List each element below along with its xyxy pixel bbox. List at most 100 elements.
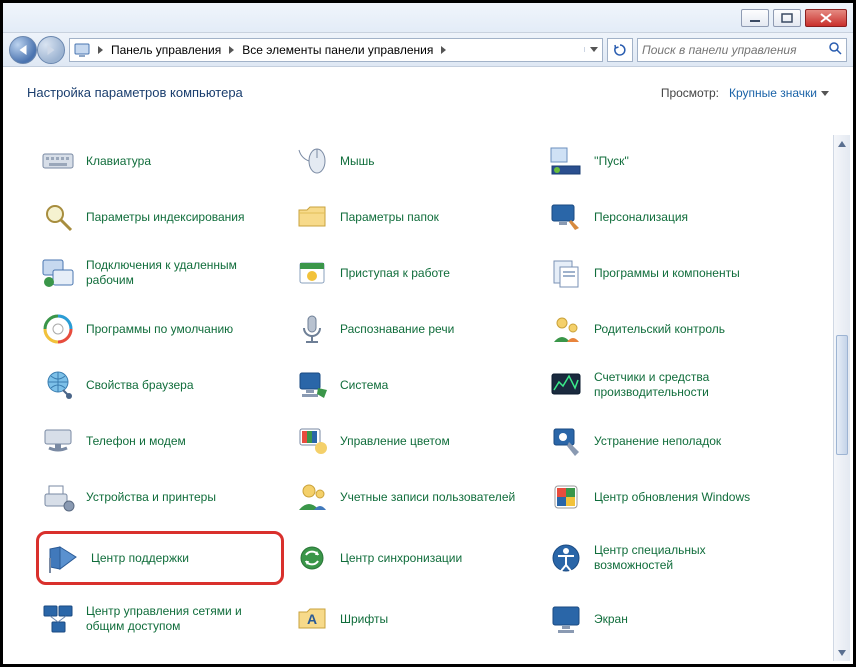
breadcrumb-level2[interactable]: Все элементы панели управления	[238, 43, 437, 57]
control-panel-item-label: Устройства и принтеры	[86, 490, 216, 505]
control-panel-item-label: Устранение неполадок	[594, 434, 721, 449]
ease-of-access-icon	[548, 540, 584, 576]
scroll-thumb[interactable]	[836, 335, 848, 455]
control-panel-item-label: Распознавание речи	[340, 322, 454, 337]
control-panel-item-label: Параметры индексирования	[86, 210, 244, 225]
getting-started-icon	[294, 255, 330, 291]
control-panel-item[interactable]: Система	[290, 363, 538, 407]
devices-printers-icon	[40, 479, 76, 515]
control-panel-item-label: Программы и компоненты	[594, 266, 740, 281]
view-mode-dropdown[interactable]: Крупные значки	[729, 86, 829, 100]
control-panel-item-label: Система	[340, 378, 388, 393]
search-input[interactable]	[642, 43, 828, 57]
back-button[interactable]	[9, 36, 37, 64]
control-panel-item[interactable]: Подключения к удаленным рабочим	[36, 251, 284, 295]
search-box[interactable]	[637, 38, 847, 62]
control-panel-item-label: Счетчики и средства производительности	[594, 370, 788, 400]
search-icon	[40, 199, 76, 235]
control-panel-item[interactable]: Мышь	[290, 139, 538, 183]
control-panel-item-label: Центр обновления Windows	[594, 490, 750, 505]
address-dropdown-button[interactable]	[584, 47, 602, 52]
control-panel-item[interactable]: Свойства браузера	[36, 363, 284, 407]
control-panel-item[interactable]: Центр синхронизации	[290, 531, 538, 585]
control-panel-item[interactable]: Приступая к работе	[290, 251, 538, 295]
forward-button[interactable]	[37, 36, 65, 64]
remote-icon	[40, 255, 76, 291]
control-panel-item-label: Подключения к удаленным рабочим	[86, 258, 280, 288]
control-panel-item[interactable]: Центр специальных возможностей	[544, 531, 792, 585]
control-panel-item[interactable]: Устройства и принтеры	[36, 475, 284, 519]
control-panel-item-label: ''Пуск''	[594, 154, 629, 169]
control-panel-item[interactable]: Родительский контроль	[544, 307, 792, 351]
page-title: Настройка параметров компьютера	[27, 85, 243, 100]
control-panel-item[interactable]: Телефон и модем	[36, 419, 284, 463]
control-panel-item-label: Персонализация	[594, 210, 688, 225]
control-panel-icon	[72, 40, 92, 60]
display-brush-icon	[548, 199, 584, 235]
close-button[interactable]	[805, 9, 847, 27]
control-panel-item-label: Параметры папок	[340, 210, 439, 225]
power-icon	[40, 657, 76, 661]
sync-icon	[294, 540, 330, 576]
control-panel-item[interactable]: Счетчики и средства производительности	[544, 363, 792, 407]
control-panel-item[interactable]: Язык и региональные стандарты	[290, 653, 538, 661]
control-panel-item-label: Центр управления сетями и общим доступом	[86, 604, 280, 634]
search-icon	[828, 41, 842, 58]
control-panel-item-label: Свойства браузера	[86, 378, 194, 393]
control-panel-item[interactable]: Распознавание речи	[290, 307, 538, 351]
scroll-down-button[interactable]	[834, 644, 850, 661]
control-panel-item[interactable]: Экран	[544, 597, 792, 641]
control-panel-item-label: Шрифты	[340, 612, 388, 627]
programs-icon	[548, 255, 584, 291]
control-panel-item-label: Мышь	[340, 154, 375, 169]
control-panel-item[interactable]: ''Пуск''	[544, 139, 792, 183]
control-panel-item-label: Приступая к работе	[340, 266, 450, 281]
control-panel-item[interactable]: Устранение неполадок	[544, 419, 792, 463]
microphone-icon	[294, 311, 330, 347]
maximize-button[interactable]	[773, 9, 801, 27]
scroll-up-button[interactable]	[834, 135, 850, 152]
control-panel-item[interactable]: Персонализация	[544, 195, 792, 239]
control-panel-item[interactable]: Параметры папок	[290, 195, 538, 239]
control-panel-item-label: Программы по умолчанию	[86, 322, 233, 337]
control-panel-item[interactable]: Клавиатура	[36, 139, 284, 183]
navigation-bar: Панель управления Все элементы панели уп…	[3, 33, 853, 67]
control-panel-item[interactable]: Центр управления сетями и общим доступом	[36, 597, 284, 641]
control-panel-item[interactable]: Электропитание	[36, 653, 284, 661]
action-center-icon	[45, 540, 81, 576]
control-panel-item[interactable]: Программы и компоненты	[544, 251, 792, 295]
parental-icon	[548, 311, 584, 347]
window-titlebar	[3, 3, 853, 33]
windows-update-icon	[548, 479, 584, 515]
control-panel-item-label: Центр синхронизации	[340, 551, 462, 566]
control-panel-item[interactable]: Учетные записи пользователей	[290, 475, 538, 519]
taskbar-icon	[548, 143, 584, 179]
control-panel-item[interactable]: Параметры индексирования	[36, 195, 284, 239]
folder-icon	[294, 199, 330, 235]
troubleshoot-icon	[548, 423, 584, 459]
control-panel-item-label: Клавиатура	[86, 154, 151, 169]
control-panel-item[interactable]: Программы по умолчанию	[36, 307, 284, 351]
system-icon	[294, 367, 330, 403]
address-bar[interactable]: Панель управления Все элементы панели уп…	[69, 38, 603, 62]
breadcrumb-level1[interactable]: Панель управления	[107, 43, 225, 57]
vertical-scrollbar[interactable]	[833, 135, 850, 661]
color-mgmt-icon	[294, 423, 330, 459]
control-panel-item[interactable]: Центр обновления Windows	[544, 475, 792, 519]
minimize-button[interactable]	[741, 9, 769, 27]
phone-modem-icon	[40, 423, 76, 459]
view-label: Просмотр:	[661, 86, 719, 100]
performance-icon	[548, 367, 584, 403]
control-panel-item-label: Управление цветом	[340, 434, 450, 449]
control-panel-item[interactable]: Управление цветом	[290, 419, 538, 463]
content-pane: Клавиатура Мышь ''Пуск'' Параметры индексир…	[6, 135, 850, 661]
control-panel-item[interactable]: Центр поддержки	[36, 531, 284, 585]
region-language-icon	[294, 657, 330, 661]
mouse-icon	[294, 143, 330, 179]
control-panel-item-label: Экран	[594, 612, 628, 627]
refresh-button[interactable]	[607, 38, 633, 62]
default-programs-icon	[40, 311, 76, 347]
chevron-right-icon	[229, 46, 234, 54]
fonts-icon: A	[294, 601, 330, 637]
control-panel-item[interactable]: A Шрифты	[290, 597, 538, 641]
